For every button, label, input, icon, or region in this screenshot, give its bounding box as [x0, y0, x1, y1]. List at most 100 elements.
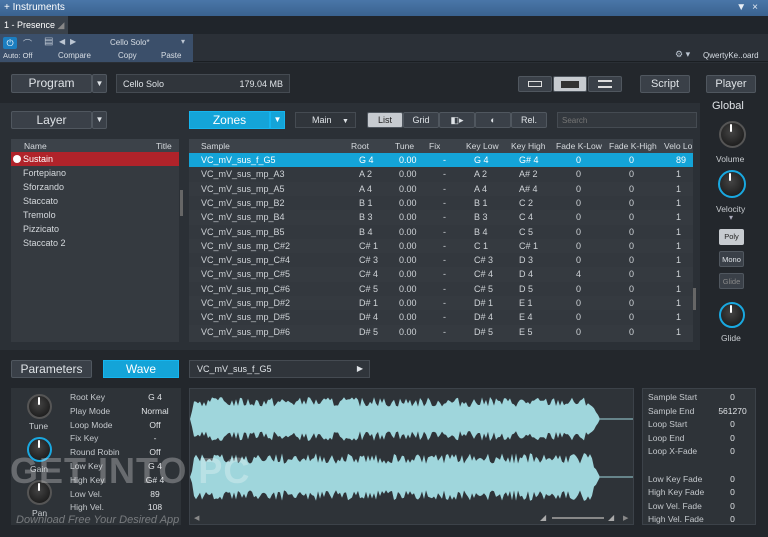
table-row[interactable]: VC_mV_sus_mp_A3 A 2 0.00 - A 2 A# 2 0 0 1	[189, 167, 693, 182]
view-small-button[interactable]	[518, 76, 552, 92]
layer-dropdown-icon[interactable]: ▼	[92, 111, 107, 129]
stereo-toggle-button[interactable]: ◐	[475, 112, 511, 128]
parameters-tab[interactable]: Parameters	[11, 360, 92, 378]
wave-tab[interactable]: Wave	[103, 360, 179, 378]
script-button[interactable]: Script	[640, 75, 690, 93]
preset-file-icon[interactable]: ▤	[44, 36, 53, 47]
zone-table-scrollbar[interactable]	[693, 288, 696, 310]
tune-knob[interactable]	[27, 394, 52, 419]
layer-button[interactable]: Layer	[11, 111, 92, 129]
copy-button[interactable]: Copy	[118, 51, 137, 60]
table-row[interactable]: VC_mV_sus_mp_D#5 D# 4 0.00 - D# 4 E 4 0 0 1	[189, 310, 693, 325]
waveform-toggle-button[interactable]: ◧▸	[439, 112, 475, 128]
column-header[interactable]: Fade K-High	[609, 139, 657, 153]
preset-prev-icon[interactable]: ◀	[59, 37, 65, 46]
table-row[interactable]: VC_mV_sus_mp_A5 A 4 0.00 - A 4 A# 4 0 0 1	[189, 182, 693, 196]
scroll-right-icon[interactable]: ▶	[623, 514, 628, 522]
gear-icon[interactable]: ⚙ ▾	[675, 49, 690, 60]
learn-icon[interactable]: ⌒	[23, 37, 32, 50]
column-header[interactable]: Sample	[201, 139, 230, 153]
sample-info-value[interactable]: 0	[715, 433, 750, 443]
column-header[interactable]: Tune	[395, 139, 414, 153]
layer-item[interactable]: Sustain	[11, 152, 179, 166]
zoom-slider[interactable]	[552, 517, 604, 519]
program-dropdown-icon[interactable]: ▼	[92, 74, 107, 93]
list-view-button[interactable]: List	[367, 112, 403, 128]
layer-item[interactable]: Staccato	[11, 194, 179, 208]
param-value[interactable]: G 4	[135, 392, 175, 402]
param-value[interactable]: 108	[135, 502, 175, 512]
power-icon[interactable]: ⏻	[3, 37, 17, 49]
table-row[interactable]: VC_mV_sus_mp_C#2 C# 1 0.00 - C 1 C# 1 0 0 1	[189, 239, 693, 253]
sample-info-value[interactable]: 0	[715, 514, 750, 524]
table-row[interactable]: VC_mV_sus_mp_D#6 D# 5 0.00 - D# 5 E 5 0 0 1	[189, 325, 693, 339]
paste-button[interactable]: Paste	[161, 51, 181, 60]
plus-icon[interactable]: +	[4, 2, 10, 13]
sample-info-value[interactable]: 0	[715, 487, 750, 497]
close-icon[interactable]: ×	[752, 2, 764, 13]
player-button[interactable]: Player	[706, 75, 756, 93]
layer-item[interactable]: Staccato 2	[11, 236, 179, 250]
glide-toggle-button[interactable]: Glide	[719, 273, 744, 289]
grid-view-button[interactable]: Grid	[403, 112, 439, 128]
table-row[interactable]: VC_mV_sus_mp_B2 B 1 0.00 - B 1 C 2 0 0 1	[189, 195, 693, 211]
compare-button[interactable]: Compare	[58, 51, 91, 60]
view-medium-button[interactable]	[553, 76, 587, 92]
keyboard-selector[interactable]: QwertyKe..oard	[703, 51, 759, 60]
zones-dropdown-icon[interactable]: ▼	[270, 111, 285, 129]
sample-info-value[interactable]: 0	[715, 501, 750, 511]
layer-col-name[interactable]: Name	[24, 139, 47, 153]
preset-dropdown-icon[interactable]: ▾	[181, 37, 185, 46]
sample-info-value[interactable]: 0	[715, 392, 750, 402]
table-row[interactable]: VC_mV_sus_mp_B5 B 4 0.00 - B 4 C 5 0 0 1	[189, 224, 693, 239]
layer-item[interactable]: Sforzando	[11, 180, 179, 194]
column-header[interactable]: Fix	[429, 139, 440, 153]
velocity-dropdown-icon[interactable]: ▾	[729, 213, 733, 222]
waveform-view[interactable]: ◀ ◢ ◢ ▶	[189, 388, 634, 525]
zones-button[interactable]: Zones	[189, 111, 270, 129]
sample-info-value[interactable]: 561270	[715, 406, 750, 416]
column-header[interactable]: Velo Lo	[664, 139, 692, 153]
param-value[interactable]: Off	[135, 420, 175, 430]
layer-col-title[interactable]: Title	[156, 139, 172, 153]
sample-selector[interactable]: VC_mV_sus_f_G5 ▶	[189, 360, 370, 378]
table-row[interactable]: VC_mV_sus_mp_C#4 C# 3 0.00 - C# 3 D 3 0 0 1	[189, 253, 693, 268]
param-value[interactable]: Normal	[135, 406, 175, 416]
table-row[interactable]: VC_mV_sus_mp_C#6 C# 5 0.00 - C# 5 D 5 0 0 1	[189, 281, 693, 296]
zoom-out-icon[interactable]: ◢	[540, 513, 546, 522]
scroll-left-icon[interactable]: ◀	[194, 514, 199, 522]
view-large-button[interactable]	[588, 76, 622, 92]
sample-info-value[interactable]: 0	[715, 446, 750, 456]
poly-button[interactable]: Poly	[719, 229, 744, 245]
search-input[interactable]	[557, 112, 697, 128]
layer-item[interactable]: Pizzicato	[11, 222, 179, 236]
pin-icon[interactable]: ▼	[736, 2, 752, 13]
preset-next-icon[interactable]: ▶	[70, 37, 76, 46]
table-row[interactable]: VC_mV_sus_f_G5 G 4 0.00 - G 4 G# 4 0 0 89	[189, 153, 693, 168]
sample-info-value[interactable]: 0	[715, 419, 750, 429]
column-header[interactable]: Fade K-Low	[556, 139, 602, 153]
param-value[interactable]: -	[135, 433, 175, 443]
layer-scrollbar[interactable]	[180, 190, 183, 216]
column-header[interactable]: Key High	[511, 139, 546, 153]
relative-button[interactable]: Rel.	[511, 112, 547, 128]
zoom-in-icon[interactable]: ◢	[608, 513, 614, 522]
tab-presence[interactable]: 1 - Presence ◢	[0, 16, 68, 34]
table-row[interactable]: VC_mV_sus_mp_C#5 C# 4 0.00 - C# 4 D 4 4 0 1	[189, 267, 693, 281]
layer-item[interactable]: Tremolo	[11, 208, 179, 222]
preset-name[interactable]: Cello Solo*	[110, 38, 150, 47]
program-button[interactable]: Program	[11, 74, 92, 93]
sample-info-value[interactable]: 0	[715, 474, 750, 484]
velocity-knob[interactable]	[718, 170, 746, 198]
table-row[interactable]: VC_mV_sus_mp_D#2 D# 1 0.00 - D# 1 E 1 0 0 1	[189, 296, 693, 310]
auto-off-label[interactable]: Auto: Off	[3, 51, 32, 60]
column-header[interactable]: Root	[351, 139, 369, 153]
mono-button[interactable]: Mono	[719, 251, 744, 267]
layer-item[interactable]: Fortepiano	[11, 166, 179, 180]
table-row[interactable]: VC_mV_sus_mp_B4 B 3 0.00 - B 3 C 4 0 0 1	[189, 210, 693, 224]
main-selector[interactable]: Main ▼	[295, 112, 356, 128]
table-cell: 0.00	[399, 183, 417, 194]
volume-knob[interactable]	[719, 121, 746, 148]
column-header[interactable]: Key Low	[466, 139, 499, 153]
glide-knob[interactable]	[719, 302, 745, 328]
